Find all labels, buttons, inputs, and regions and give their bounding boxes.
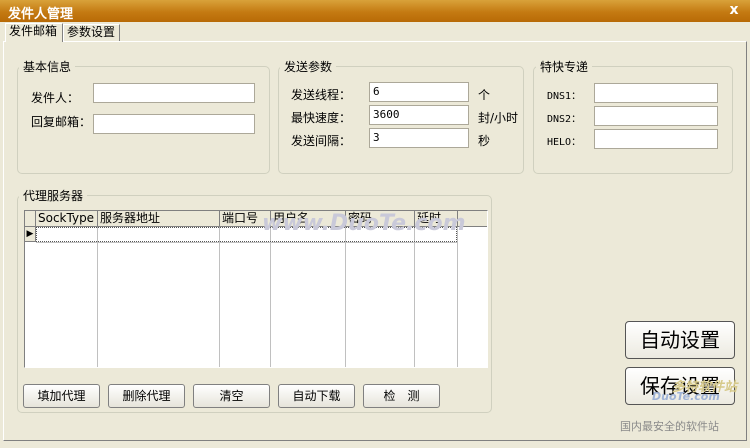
helo-input[interactable] [594,129,718,149]
row-header-corner [25,211,36,227]
interval-unit: 秒 [478,134,491,148]
title-bar [0,0,750,22]
interval-label: 发送间隔： [291,134,352,148]
col-divider [270,227,271,367]
col-server-address[interactable]: 服务器地址 [98,211,220,227]
add-proxy-button[interactable]: 填加代理 [23,384,100,408]
dns1-input[interactable] [594,83,718,103]
row-divider [36,242,458,243]
threads-unit: 个 [478,88,491,102]
check-button[interactable]: 检 测 [363,384,440,408]
site-watermark-small: DuoTe.com [652,390,720,403]
auto-settings-button[interactable]: 自动设置 [625,321,735,359]
sender-label: 发件人： [31,91,80,105]
auto-download-button[interactable]: 自动下载 [278,384,355,408]
proxy-title: 代理服务器 [19,187,88,204]
slogan-watermark: 国内最安全的软件站 [620,420,719,433]
site-watermark: www.DuoTe.com [262,211,466,236]
delete-proxy-button[interactable]: 删除代理 [108,384,185,408]
col-divider [457,227,458,367]
threads-label: 发送线程： [291,88,352,102]
sender-input[interactable] [93,83,255,103]
send-params-title: 发送参数 [280,58,337,75]
threads-input[interactable]: 6 [369,82,469,102]
interval-input[interactable]: 3 [369,128,469,148]
dns1-label: DNS1： [547,91,582,102]
speed-unit: 封/小时 [478,111,519,125]
reply-email-label: 回复邮箱： [31,115,92,129]
reply-email-input[interactable] [93,114,255,134]
speed-input[interactable]: 3600 [369,105,469,125]
col-divider [219,227,220,367]
col-socktype[interactable]: SockType [36,211,98,227]
window-title: 发件人管理 [8,7,74,22]
dns2-input[interactable] [594,106,718,126]
col-divider [97,227,98,367]
helo-label: HELO： [547,137,582,148]
express-title: 特快专递 [536,58,593,75]
close-icon[interactable]: x [724,1,744,20]
col-divider [345,227,346,367]
tab-parameters[interactable]: 参数设置 [63,24,120,41]
current-row-marker-icon: ▶ [25,227,36,242]
basic-info-title: 基本信息 [19,58,76,75]
speed-label: 最快速度： [291,111,352,125]
col-divider [414,227,415,367]
tab-sender-mailbox[interactable]: 发件邮箱 [5,23,63,42]
dns2-label: DNS2： [547,114,582,125]
clear-button[interactable]: 清空 [193,384,270,408]
